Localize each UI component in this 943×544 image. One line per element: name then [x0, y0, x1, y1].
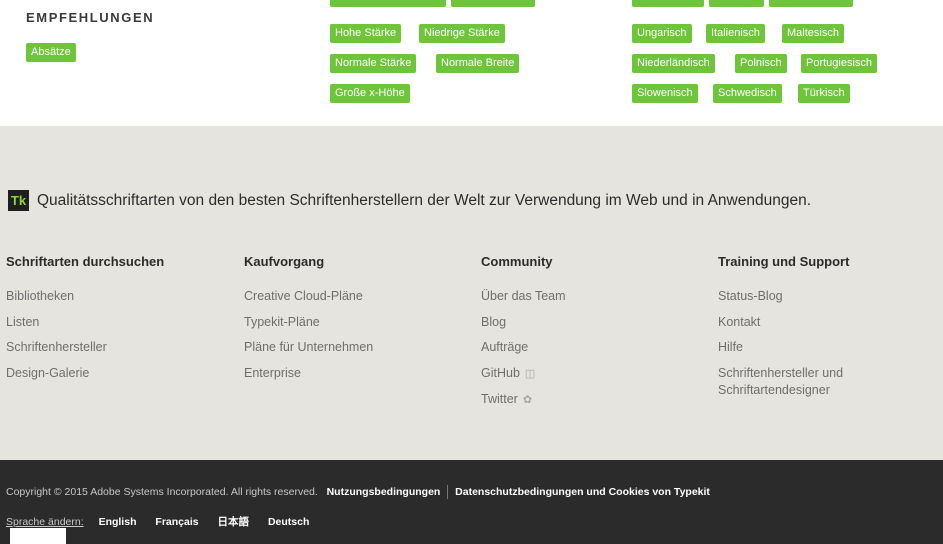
- footer-column-support: Training und Support Status-Blog Kontakt…: [718, 254, 943, 399]
- tag-grosse-x-hoehe[interactable]: Große x-Höhe: [330, 84, 410, 103]
- link-creative-cloud-plaene[interactable]: Creative Cloud-Pläne: [244, 284, 474, 310]
- tag-slowenisch[interactable]: Slowenisch: [632, 84, 698, 103]
- language-francais[interactable]: Français: [155, 516, 198, 528]
- copyright-row: Copyright © 2015 Adobe Systems Incorpora…: [6, 485, 710, 499]
- tag-clipped[interactable]: [709, 0, 764, 7]
- footer-column-purchase: Kaufvorgang Creative Cloud-Pläne Typekit…: [244, 254, 474, 386]
- language-row: Sprache ändern: English Français 日本語 Deu…: [6, 514, 325, 529]
- tag-normale-breite[interactable]: Normale Breite: [436, 54, 520, 73]
- tag-absaetze[interactable]: Absätze: [26, 43, 76, 62]
- twitter-icon: ✿: [522, 394, 533, 406]
- tag-italienisch[interactable]: Italienisch: [706, 24, 765, 43]
- language-japanese[interactable]: 日本語: [218, 516, 250, 528]
- link-typekit-plaene[interactable]: Typekit-Pläne: [244, 310, 474, 336]
- tag-ungarisch[interactable]: Ungarisch: [632, 24, 692, 43]
- tag-polnisch[interactable]: Polnisch: [735, 54, 787, 73]
- footer-tagline: Qualitätsschriftarten von den besten Sch…: [37, 192, 812, 209]
- link-github[interactable]: GitHub ◫: [481, 361, 711, 388]
- tag-clipped[interactable]: [330, 0, 446, 7]
- twitter-label: Twitter: [481, 392, 518, 406]
- tag-portugiesisch[interactable]: Portugiesisch: [801, 54, 878, 73]
- typekit-logo[interactable]: Tk: [8, 190, 29, 211]
- tag-niederlaendisch[interactable]: Niederländisch: [632, 54, 715, 73]
- link-hilfe[interactable]: Hilfe: [718, 335, 943, 361]
- change-language-label: Sprache ändern:: [6, 516, 84, 528]
- github-label: GitHub: [481, 365, 520, 380]
- divider: [447, 485, 449, 499]
- tag-niedrige-staerke[interactable]: Niedrige Stärke: [419, 24, 505, 43]
- footer-column-community: Community Über das Team Blog Aufträge Gi…: [481, 254, 711, 414]
- language-english[interactable]: English: [99, 516, 137, 528]
- link-twitter[interactable]: Twitter ✿: [481, 387, 711, 414]
- language-deutsch[interactable]: Deutsch: [268, 516, 309, 528]
- tag-tuerkisch[interactable]: Türkisch: [798, 84, 850, 103]
- link-status-blog[interactable]: Status-Blog: [718, 284, 943, 310]
- copyright-text: Copyright © 2015 Adobe Systems Incorpora…: [6, 485, 318, 498]
- column-title: Schriftarten durchsuchen: [6, 254, 165, 269]
- column-title: Training und Support: [718, 254, 850, 269]
- github-icon: ◫: [524, 367, 536, 380]
- link-kontakt[interactable]: Kontakt: [718, 310, 943, 336]
- column-title: Kaufvorgang: [244, 254, 325, 269]
- link-schriftenhersteller-designer[interactable]: Schriftenhersteller und Schriftartendesi…: [718, 361, 888, 399]
- link-listen[interactable]: Listen: [6, 310, 236, 336]
- link-plaene-unternehmen[interactable]: Pläne für Unternehmen: [244, 335, 474, 361]
- tag-clipped[interactable]: [451, 0, 535, 7]
- link-ueber-das-team[interactable]: Über das Team: [481, 284, 711, 310]
- tag-hohe-staerke[interactable]: Hohe Stärke: [330, 24, 402, 43]
- bottom-bar: Copyright © 2015 Adobe Systems Incorpora…: [0, 460, 943, 544]
- footer: Tk Qualitätsschriftarten von den besten …: [0, 126, 943, 460]
- link-bibliotheken[interactable]: Bibliotheken: [6, 284, 236, 310]
- footer-column-browse: Schriftarten durchsuchen Bibliotheken Li…: [6, 254, 236, 386]
- recommendations-section: EMPFEHLUNGEN Absätze Hohe Stärke Niedrig…: [0, 0, 943, 126]
- bottom-tab: [10, 528, 66, 544]
- tag-normale-staerke[interactable]: Normale Stärke: [330, 54, 417, 73]
- link-auftraege[interactable]: Aufträge: [481, 335, 711, 361]
- recommendations-title: EMPFEHLUNGEN: [26, 10, 155, 25]
- link-enterprise[interactable]: Enterprise: [244, 361, 474, 387]
- tag-maltesisch[interactable]: Maltesisch: [782, 24, 844, 43]
- tag-clipped[interactable]: [769, 0, 853, 7]
- tag-clipped[interactable]: [632, 0, 704, 7]
- link-design-galerie[interactable]: Design-Galerie: [6, 361, 236, 387]
- privacy-link[interactable]: Datenschutzbedingungen und Cookies von T…: [455, 486, 710, 498]
- tag-schwedisch[interactable]: Schwedisch: [713, 84, 782, 103]
- link-schriftenhersteller[interactable]: Schriftenhersteller: [6, 335, 236, 361]
- link-blog[interactable]: Blog: [481, 310, 711, 336]
- terms-link[interactable]: Nutzungsbedingungen: [327, 486, 441, 498]
- column-title: Community: [481, 254, 553, 269]
